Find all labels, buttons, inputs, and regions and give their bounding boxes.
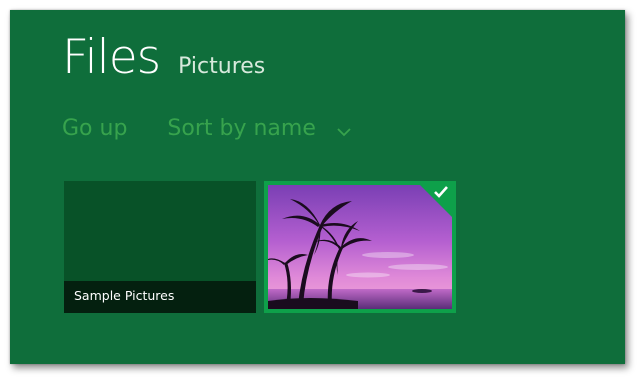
image-tile-selected[interactable] [264,181,456,313]
toolbar: Go up Sort by name [62,116,352,141]
go-up-button[interactable]: Go up [62,116,127,141]
tile-label-bar: Sample Pictures [64,281,256,313]
location-subtitle: Pictures [178,54,266,79]
page-title: Files [62,30,161,85]
tile-label: Sample Pictures [74,288,175,303]
folder-tile-sample-pictures[interactable]: Sample Pictures [64,181,256,313]
header: Files Pictures [62,34,265,104]
chevron-down-icon[interactable] [336,121,352,137]
sort-by-button[interactable]: Sort by name [167,116,315,141]
file-picker-window: Files Pictures Go up Sort by name Sample… [10,10,625,364]
checkmark-icon [420,185,452,217]
